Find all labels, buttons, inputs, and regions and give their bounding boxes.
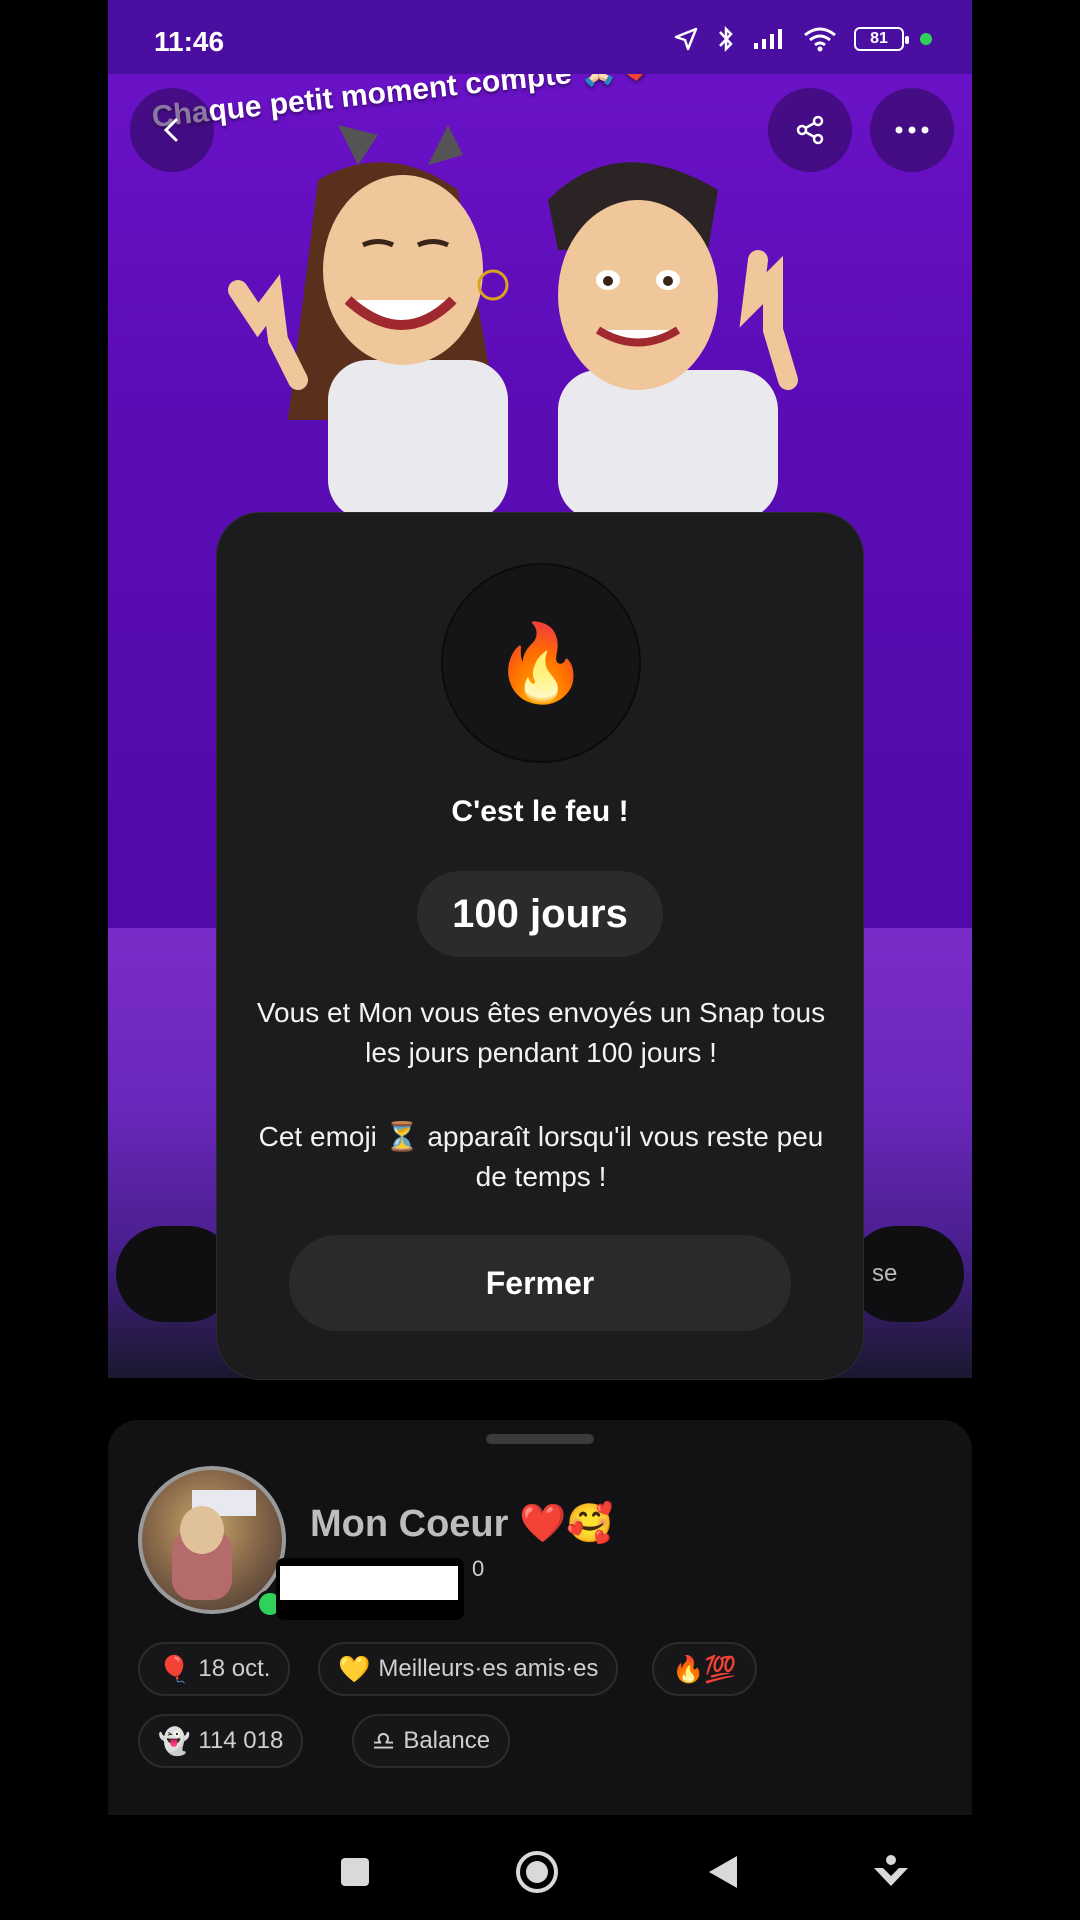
- snap-score-fragment: 0: [472, 1556, 485, 1581]
- friend-name: Mon Coeur ❤️🥰: [310, 1503, 614, 1545]
- bluetooth-icon: [719, 25, 733, 53]
- zodiac-chip[interactable]: ♎ Balance: [352, 1714, 511, 1768]
- avatar-photo: [172, 1490, 256, 1600]
- dialog-hourglass-note: Cet emoji ⏳ apparaît lorsqu'il vous rest…: [258, 1121, 824, 1192]
- streak-chip[interactable]: 🔥💯: [652, 1642, 757, 1696]
- redaction-bar: [280, 1566, 458, 1600]
- battery-indicator: 81: [854, 27, 909, 51]
- assistant-button[interactable]: [866, 1847, 916, 1897]
- share-icon: [796, 115, 824, 145]
- profile-bottom-sheet: Mon Coeur ❤️🥰 0 🎈 18 oct. 💛 Meilleurs·es…: [108, 1420, 972, 1815]
- chip-label: 18 oct.: [198, 1655, 271, 1682]
- background-action-right[interactable]: se: [848, 1226, 964, 1322]
- system-navigation-bar: [108, 1815, 972, 1920]
- fire-hundred-icon: 🔥💯: [672, 1653, 737, 1684]
- privacy-dot: [920, 33, 932, 45]
- libra-icon: ♎: [372, 1725, 396, 1756]
- recents-square-icon: [341, 1858, 369, 1886]
- recents-button[interactable]: [330, 1847, 380, 1897]
- more-horizontal-icon: [895, 126, 929, 134]
- home-button[interactable]: [512, 1847, 562, 1897]
- snap-score-chip[interactable]: 👻 114 018: [138, 1714, 304, 1768]
- yellow-heart-icon: 💛: [338, 1653, 371, 1684]
- balloon-icon: 🎈: [158, 1653, 191, 1684]
- dialog-title: C'est le feu !: [451, 795, 629, 828]
- status-bar: 11:46 81: [108, 0, 972, 74]
- streak-days-pill: 100 jours: [417, 871, 663, 957]
- location-arrow-icon: [674, 27, 698, 51]
- chevron-left-icon: [163, 118, 178, 142]
- wifi-icon: [804, 27, 836, 52]
- chip-label: Balance: [403, 1727, 491, 1754]
- share-button[interactable]: [768, 88, 852, 172]
- ghost-icon: 👻: [158, 1725, 191, 1756]
- dialog-description: Vous et Mon vous êtes envoyés un Snap to…: [256, 997, 826, 1068]
- streak-info-dialog: 🔥 C'est le feu ! 100 jours Vous et Mon v…: [216, 512, 864, 1380]
- best-friends-chip[interactable]: 💛 Meilleurs·es amis·es: [318, 1642, 619, 1696]
- assistant-icon: [874, 1855, 908, 1886]
- back-triangle-icon: [709, 1856, 737, 1888]
- phone-screen: Chaque petit moment compte 🙏🏻❤️ 11:46 81…: [108, 0, 972, 1920]
- back-button[interactable]: [130, 88, 214, 172]
- home-circle-icon: [516, 1851, 558, 1893]
- chip-label: 114 018: [198, 1727, 284, 1754]
- chip-label: Meilleurs·es amis·es: [378, 1655, 599, 1682]
- fire-emoji-badge: 🔥: [441, 563, 641, 763]
- close-button[interactable]: Fermer: [289, 1235, 791, 1331]
- sheet-drag-handle[interactable]: [486, 1434, 594, 1444]
- background-action-right-label: se: [872, 1260, 898, 1287]
- status-time: 11:46: [154, 26, 225, 57]
- birthday-chip[interactable]: 🎈 18 oct.: [138, 1642, 291, 1696]
- back-nav-button[interactable]: [698, 1847, 748, 1897]
- more-options-button[interactable]: [870, 88, 954, 172]
- friendship-bitmoji-illustration: [228, 125, 798, 520]
- signal-icon: [754, 29, 782, 49]
